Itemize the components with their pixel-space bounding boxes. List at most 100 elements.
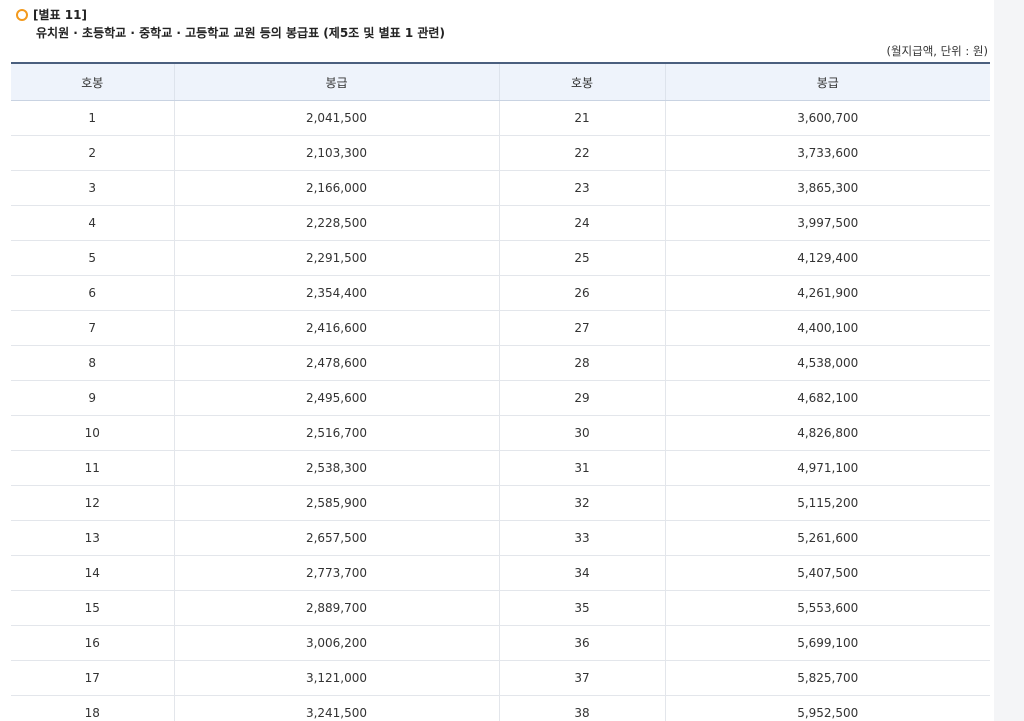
step-cell: 9	[11, 380, 174, 416]
table-row: 16 3,006,200 36 5,699,100	[11, 625, 990, 661]
salary-cell: 4,261,900	[664, 275, 990, 311]
table-label: [별표 11]	[33, 8, 87, 22]
step-cell: 1	[11, 100, 174, 136]
step-cell: 5	[11, 240, 174, 276]
step-cell: 32	[498, 485, 665, 521]
step-cell: 28	[498, 345, 665, 381]
table-row: 8 2,478,600 28 4,538,000	[11, 345, 990, 381]
table-row: 12 2,585,900 32 5,115,200	[11, 485, 990, 521]
salary-cell: 5,407,500	[664, 555, 990, 591]
table-header-row: 호봉 봉급 호봉 봉급	[11, 62, 990, 101]
salary-cell: 2,354,400	[173, 275, 499, 311]
unit-note: (월지급액, 단위 : 원)	[886, 44, 988, 58]
salary-cell: 5,261,600	[664, 520, 990, 556]
salary-cell: 3,121,000	[173, 660, 499, 696]
step-cell: 38	[498, 695, 665, 721]
step-cell: 3	[11, 170, 174, 206]
column-header-step: 호봉	[11, 62, 174, 101]
salary-cell: 3,997,500	[664, 205, 990, 241]
step-cell: 25	[498, 240, 665, 276]
salary-cell: 4,682,100	[664, 380, 990, 416]
table-row: 2 2,103,300 22 3,733,600	[11, 135, 990, 171]
step-cell: 36	[498, 625, 665, 661]
salary-cell: 2,495,600	[173, 380, 499, 416]
salary-cell: 3,733,600	[664, 135, 990, 171]
table-row: 5 2,291,500 25 4,129,400	[11, 240, 990, 276]
step-cell: 21	[498, 100, 665, 136]
step-cell: 22	[498, 135, 665, 171]
step-cell: 16	[11, 625, 174, 661]
table-row: 13 2,657,500 33 5,261,600	[11, 520, 990, 556]
salary-cell: 4,538,000	[664, 345, 990, 381]
salary-cell: 3,865,300	[664, 170, 990, 206]
salary-cell: 2,041,500	[173, 100, 499, 136]
step-cell: 2	[11, 135, 174, 171]
salary-cell: 2,889,700	[173, 590, 499, 626]
table-heading: [별표 11]	[16, 6, 87, 23]
salary-cell: 5,825,700	[664, 660, 990, 696]
step-cell: 29	[498, 380, 665, 416]
step-cell: 24	[498, 205, 665, 241]
salary-cell: 5,952,500	[664, 695, 990, 721]
salary-cell: 5,115,200	[664, 485, 990, 521]
salary-cell: 4,826,800	[664, 415, 990, 451]
step-cell: 37	[498, 660, 665, 696]
table-row: 6 2,354,400 26 4,261,900	[11, 275, 990, 311]
step-cell: 12	[11, 485, 174, 521]
table-row: 4 2,228,500 24 3,997,500	[11, 205, 990, 241]
table-row: 11 2,538,300 31 4,971,100	[11, 450, 990, 486]
salary-cell: 2,478,600	[173, 345, 499, 381]
table-body: 1 2,041,500 21 3,600,700 2 2,103,300 22 3,733,6…	[11, 100, 990, 721]
bullet-ring-icon	[16, 8, 28, 21]
salary-cell: 4,971,100	[664, 450, 990, 486]
salary-cell: 2,538,300	[173, 450, 499, 486]
salary-cell: 3,241,500	[173, 695, 499, 721]
column-header-step: 호봉	[498, 62, 665, 101]
salary-cell: 5,699,100	[664, 625, 990, 661]
step-cell: 35	[498, 590, 665, 626]
table-row: 9 2,495,600 29 4,682,100	[11, 380, 990, 416]
table-row: 7 2,416,600 27 4,400,100	[11, 310, 990, 346]
scroll-gutter	[994, 0, 1024, 721]
column-header-salary: 봉급	[664, 62, 990, 101]
table-row: 10 2,516,700 30 4,826,800	[11, 415, 990, 451]
salary-cell: 2,585,900	[173, 485, 499, 521]
column-header-salary: 봉급	[173, 62, 499, 101]
salary-cell: 2,416,600	[173, 310, 499, 346]
step-cell: 33	[498, 520, 665, 556]
step-cell: 14	[11, 555, 174, 591]
salary-cell: 4,129,400	[664, 240, 990, 276]
step-cell: 13	[11, 520, 174, 556]
step-cell: 31	[498, 450, 665, 486]
step-cell: 8	[11, 345, 174, 381]
step-cell: 10	[11, 415, 174, 451]
step-cell: 27	[498, 310, 665, 346]
step-cell: 7	[11, 310, 174, 346]
page: [별표 11] 유치원 · 초등학교 · 중학교 · 고등학교 교원 등의 봉급…	[0, 0, 1024, 721]
step-cell: 11	[11, 450, 174, 486]
step-cell: 6	[11, 275, 174, 311]
table-row: 18 3,241,500 38 5,952,500	[11, 695, 990, 721]
salary-cell: 2,657,500	[173, 520, 499, 556]
salary-cell: 3,006,200	[173, 625, 499, 661]
step-cell: 4	[11, 205, 174, 241]
table-subtitle: 유치원 · 초등학교 · 중학교 · 고등학교 교원 등의 봉급표 (제5조 및…	[36, 26, 445, 40]
step-cell: 17	[11, 660, 174, 696]
table-row: 1 2,041,500 21 3,600,700	[11, 100, 990, 136]
salary-cell: 2,103,300	[173, 135, 499, 171]
salary-cell: 4,400,100	[664, 310, 990, 346]
salary-cell: 5,553,600	[664, 590, 990, 626]
salary-cell: 2,166,000	[173, 170, 499, 206]
step-cell: 30	[498, 415, 665, 451]
step-cell: 15	[11, 590, 174, 626]
salary-cell: 2,228,500	[173, 205, 499, 241]
step-cell: 23	[498, 170, 665, 206]
step-cell: 18	[11, 695, 174, 721]
salary-table: 호봉 봉급 호봉 봉급 1 2,041,500 21 3,600,700 2 2,103,…	[11, 62, 990, 721]
step-cell: 26	[498, 275, 665, 311]
table-row: 17 3,121,000 37 5,825,700	[11, 660, 990, 696]
table-row: 3 2,166,000 23 3,865,300	[11, 170, 990, 206]
salary-cell: 2,773,700	[173, 555, 499, 591]
table-row: 14 2,773,700 34 5,407,500	[11, 555, 990, 591]
salary-cell: 3,600,700	[664, 100, 990, 136]
